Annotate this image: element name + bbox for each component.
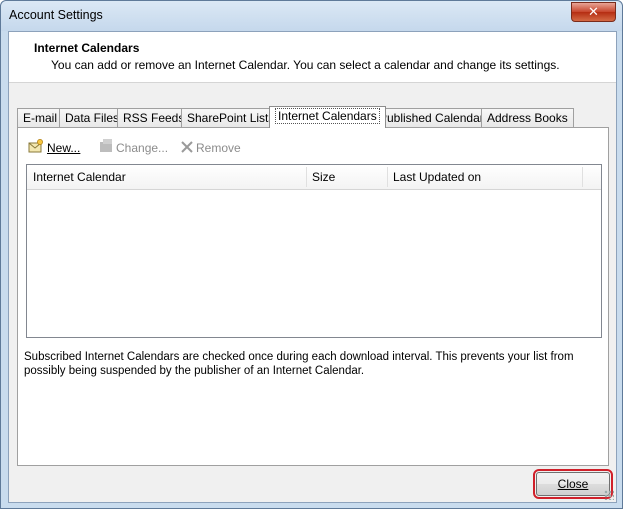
change-icon (99, 138, 113, 159)
page-description: You can add or remove an Internet Calend… (51, 58, 560, 72)
internet-calendars-panel: New... Change... Remove Internet Calenda… (17, 127, 609, 466)
tab-label: Published Calendars (379, 111, 490, 125)
tab-rss-feeds[interactable]: RSS Feeds (117, 108, 191, 127)
new-calendar-icon (28, 138, 44, 159)
tab-data-files[interactable]: Data Files (59, 108, 126, 127)
info-note: Subscribed Internet Calendars are checke… (24, 351, 574, 377)
tab-sharepoint-lists[interactable]: SharePoint Lists (181, 108, 281, 127)
remove-x-icon (181, 139, 193, 159)
dialog-client: Internet Calendars You can add or remove… (8, 31, 617, 503)
resize-grip[interactable] (604, 490, 614, 500)
list-header: Internet Calendar Size Last Updated on (27, 165, 601, 190)
remove-button-label: Remove (196, 141, 241, 155)
tab-label: SharePoint Lists (187, 111, 275, 125)
tab-label: Internet Calendars (275, 108, 380, 124)
change-button-label: Change... (116, 141, 169, 155)
tab-label: Data Files (65, 111, 120, 125)
window-title: Account Settings (9, 8, 103, 22)
calendar-list[interactable]: Internet Calendar Size Last Updated on (26, 164, 602, 338)
remove-button[interactable]: Remove (181, 138, 241, 158)
column-header-last-updated[interactable]: Last Updated on (387, 165, 481, 189)
title-bar[interactable]: Account Settings ✕ (1, 1, 622, 31)
tab-published-calendars[interactable]: Published Calendars (373, 108, 496, 127)
column-header-internet-calendar[interactable]: Internet Calendar (27, 165, 126, 189)
new-button-label: New... (47, 141, 81, 155)
tab-email[interactable]: E-mail (17, 108, 64, 127)
close-button-label: Close (557, 477, 589, 491)
tab-label: E-mail (23, 111, 58, 125)
new-button[interactable]: New... (28, 138, 80, 158)
account-settings-window: Account Settings ✕ Internet Calendars Yo… (0, 0, 623, 509)
window-close-button[interactable]: ✕ (571, 2, 616, 22)
close-button[interactable]: Close (533, 469, 613, 499)
tab-address-books[interactable]: Address Books (481, 108, 574, 127)
page-title: Internet Calendars (34, 41, 140, 55)
tab-label: Address Books (487, 111, 568, 125)
column-divider[interactable] (582, 167, 583, 187)
tab-internet-calendars[interactable]: Internet Calendars (269, 106, 386, 128)
change-button[interactable]: Change... (99, 138, 168, 158)
column-header-size[interactable]: Size (306, 165, 335, 189)
header-band: Internet Calendars You can add or remove… (9, 32, 616, 83)
tab-label: RSS Feeds (123, 111, 185, 125)
